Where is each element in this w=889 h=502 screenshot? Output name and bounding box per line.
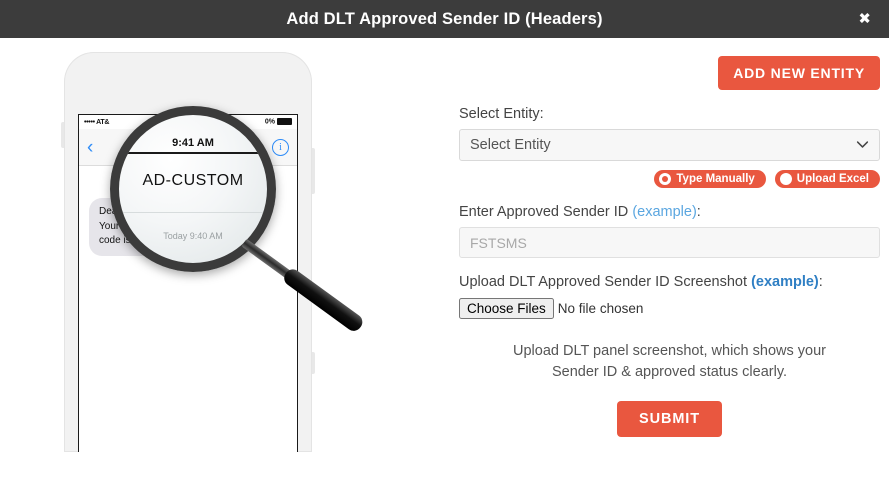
upload-label-text: Upload DLT Approved Sender ID Screenshot	[459, 274, 748, 290]
magnified-clock: 9:41 AM	[172, 137, 214, 149]
modal-title: Add DLT Approved Sender ID (Headers)	[286, 9, 603, 28]
sender-id-label: Enter Approved Sender ID (example):	[459, 204, 889, 220]
sender-id-example-link[interactable]: (example)	[632, 204, 696, 220]
screenshot-file-input[interactable]	[459, 298, 715, 319]
close-icon[interactable]: ✖	[854, 8, 875, 31]
add-new-entity-button[interactable]: ADD NEW ENTITY	[718, 56, 880, 90]
upload-screenshot-label: Upload DLT Approved Sender ID Screenshot…	[459, 274, 889, 290]
magnified-sender-id: AD-CUSTOM	[142, 172, 244, 189]
upload-hint-line-2: Sender ID & approved status clearly.	[551, 364, 788, 381]
phone-power-button	[312, 352, 315, 374]
entity-select[interactable]: Select Entity	[459, 129, 880, 161]
info-icon: i	[272, 138, 289, 156]
add-sender-id-modal: Add DLT Approved Sender ID (Headers) ✖ •…	[0, 0, 889, 502]
upload-label-colon: :	[818, 274, 823, 290]
radio-unselected-icon	[779, 173, 792, 185]
radio-type-manually[interactable]: Type Manually	[654, 170, 766, 188]
submit-button[interactable]: SUBMIT	[617, 401, 722, 438]
phone-volume-button	[312, 148, 315, 194]
radio-upload-excel-label: Upload Excel	[796, 173, 869, 185]
sender-id-illustration: ••••• AT& 0% ‹ AD-CUSTOM i Today 9:40 AM…	[0, 38, 450, 502]
upload-hint: Upload DLT panel screenshot, which shows…	[472, 341, 867, 383]
submit-row: SUBMIT	[450, 401, 889, 438]
modal-header: Add DLT Approved Sender ID (Headers) ✖	[0, 0, 889, 38]
sender-id-input[interactable]	[459, 227, 880, 258]
magnified-separator	[119, 212, 267, 213]
battery-status: 0%	[265, 118, 292, 126]
sender-id-label-colon: :	[696, 204, 701, 220]
sender-id-label-text: Enter Approved Sender ID	[459, 204, 629, 220]
radio-selected-icon	[659, 173, 672, 185]
sender-id-form: ADD NEW ENTITY Select Entity: Select Ent…	[450, 38, 889, 502]
battery-icon	[277, 118, 292, 126]
file-input-row	[459, 298, 889, 319]
entity-select-wrapper: Select Entity	[459, 129, 880, 161]
upload-hint-line-1: Upload DLT panel screenshot, which shows…	[513, 343, 826, 359]
select-entity-label: Select Entity:	[459, 106, 544, 122]
add-entity-row: ADD NEW ENTITY	[450, 38, 889, 90]
back-chevron-icon: ‹	[87, 136, 94, 158]
carrier-label: ••••• AT&	[84, 118, 110, 126]
radio-upload-excel[interactable]: Upload Excel	[774, 170, 880, 188]
magnified-divider	[119, 152, 267, 154]
radio-type-manually-label: Type Manually	[676, 173, 755, 185]
modal-body: ••••• AT& 0% ‹ AD-CUSTOM i Today 9:40 AM…	[0, 38, 889, 502]
upload-example-link[interactable]: (example)	[751, 274, 819, 290]
input-mode-radio-group: Type Manually Upload Excel	[450, 170, 880, 188]
